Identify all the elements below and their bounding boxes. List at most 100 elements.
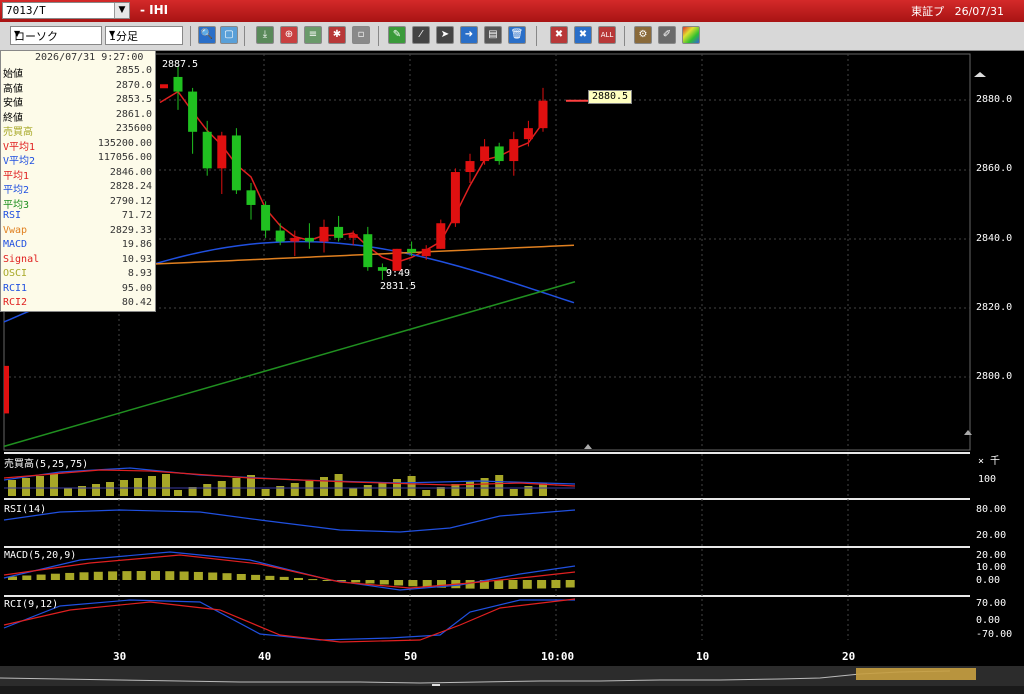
volume-bar	[134, 478, 142, 496]
macd-histogram-bar	[22, 575, 32, 580]
chart-scrollbar[interactable]	[0, 666, 1024, 694]
macd-histogram-bar	[394, 580, 404, 586]
volume-bar	[203, 484, 212, 496]
info-label: Vwap	[3, 224, 28, 236]
date-label: 26/07/31	[954, 5, 1004, 18]
volume-bar	[451, 484, 460, 496]
rci-panel-title: RCI(9,12)	[4, 599, 59, 610]
info-row: V平均1 135200.00	[1, 138, 155, 153]
macd-histogram-bar	[279, 576, 289, 580]
info-row: V平均2 117056.00	[1, 152, 155, 167]
toolbar-separator	[244, 26, 245, 46]
chevron-down-icon: ▼	[14, 29, 21, 38]
candle-body	[523, 128, 533, 140]
rci-tick: 0.00	[976, 615, 1001, 626]
color-palette-icon[interactable]	[682, 26, 700, 44]
info-value: 2870.0	[115, 79, 152, 91]
info-value: 2853.5	[115, 94, 152, 105]
macd-histogram-bar	[165, 571, 175, 580]
toolbar: ローソク ▼ 1分足 ▼ 🔍 ▢ ⤓ ⊕ ≡ ✱ ▫ ✎ ⁄ ➤ ➜ ▤ 🗑 ✖…	[0, 22, 1024, 51]
trash-icon[interactable]: 🗑	[508, 26, 526, 44]
price-tick: 2840.0	[976, 233, 1013, 244]
disabled-icon[interactable]: ▫	[352, 26, 370, 44]
candle-body	[480, 146, 490, 162]
window-icon[interactable]: ▢	[220, 26, 238, 44]
candle-body	[290, 237, 300, 242]
info-label: V平均1	[3, 141, 36, 153]
info-value: 71.72	[121, 210, 152, 221]
volume-ma-line	[3, 469, 576, 487]
macd-tick: 10.00	[976, 562, 1007, 573]
brush-icon[interactable]: ✐	[658, 26, 676, 44]
info-row: 安値 2853.5	[1, 94, 155, 109]
volume-bar	[363, 485, 372, 496]
panel-divider	[4, 546, 970, 548]
download-icon[interactable]: ⤓	[256, 26, 274, 44]
macd-histogram-bar	[79, 572, 89, 580]
info-row: RSI 71.72	[1, 210, 155, 223]
period-select[interactable]: 1分足 ▼	[105, 26, 183, 45]
pencil-icon[interactable]: ✎	[388, 26, 406, 44]
info-label: OSCI	[3, 268, 28, 279]
scroll-thumb[interactable]	[856, 668, 976, 680]
volume-bar	[509, 489, 518, 496]
symbol-input[interactable]: 7013/T ▼	[2, 2, 130, 19]
info-row: OSCI 8.93	[1, 268, 155, 281]
volume-tick: 100	[978, 474, 997, 485]
info-row: 平均1 2846.00	[1, 167, 155, 182]
volume-bar	[92, 484, 100, 496]
macd-panel-title: MACD(5,20,9)	[4, 550, 77, 561]
candle-body	[231, 135, 241, 191]
chevron-down-icon[interactable]: ▼	[114, 3, 129, 18]
chart-type-select[interactable]: ローソク ▼	[10, 26, 102, 45]
scroll-track[interactable]	[0, 686, 1024, 694]
low-time-annotation: 9:49	[385, 268, 411, 279]
info-value: 10.93	[121, 253, 152, 265]
delete-all-icon[interactable]: ALL	[598, 26, 616, 44]
settings-chart-icon[interactable]: ≡	[304, 26, 322, 44]
info-label: 平均3	[3, 199, 30, 211]
macd-histogram-bar	[108, 571, 118, 580]
volume-bar	[290, 483, 299, 496]
info-value: 235600	[115, 123, 152, 134]
candle-body	[261, 204, 271, 231]
arrow-tool-icon[interactable]: ➜	[460, 26, 478, 44]
time-label: 10:00	[541, 650, 575, 663]
delete-one-icon[interactable]: ✖	[550, 26, 568, 44]
price-tick: 2820.0	[976, 302, 1013, 313]
macd-tick: 0.00	[976, 575, 1001, 586]
delete-multi-icon[interactable]: ✖	[574, 26, 592, 44]
info-value: 19.86	[121, 239, 152, 250]
stock-name: - IHI	[140, 3, 169, 17]
macd-histogram-bar	[179, 571, 189, 580]
panel-marker-icon	[964, 430, 972, 435]
info-label: V平均2	[3, 156, 36, 167]
volume-bar	[232, 478, 241, 496]
rci2-line	[3, 598, 576, 643]
volume-panel-title: 売買高(5,25,75)	[4, 459, 89, 470]
macd-histogram-bar	[208, 572, 218, 580]
info-row: 売買高 235600	[1, 123, 155, 138]
volume-bar	[36, 476, 44, 496]
toolbar-separator	[624, 26, 625, 46]
volume-unit: × 千	[978, 456, 1001, 467]
macd-histogram-bar	[151, 571, 160, 580]
gear-icon[interactable]: ⚙	[634, 26, 652, 44]
macd-histogram-bar	[265, 575, 275, 580]
candle-body	[348, 234, 358, 238]
macd-histogram-bar	[193, 571, 203, 580]
macd-histogram-bar	[65, 572, 75, 580]
print-icon[interactable]: ▤	[484, 26, 502, 44]
zoom-icon[interactable]: 🔍	[198, 26, 216, 44]
search-chart-icon[interactable]: ⊕	[280, 26, 298, 44]
title-bar: 7013/T ▼ - IHI 東証プ 26/07/31	[0, 0, 1024, 22]
cursor-icon[interactable]: ➤	[436, 26, 454, 44]
candle-body	[436, 223, 446, 249]
flag-icon[interactable]: ✱	[328, 26, 346, 44]
info-row: 始値 2855.0	[1, 65, 155, 80]
info-label: RSI	[3, 210, 22, 221]
line-tool-icon[interactable]: ⁄	[412, 26, 430, 44]
info-value: 80.42	[121, 297, 152, 308]
macd-histogram-bar	[494, 580, 504, 589]
rsi-tick: 80.00	[976, 504, 1007, 515]
